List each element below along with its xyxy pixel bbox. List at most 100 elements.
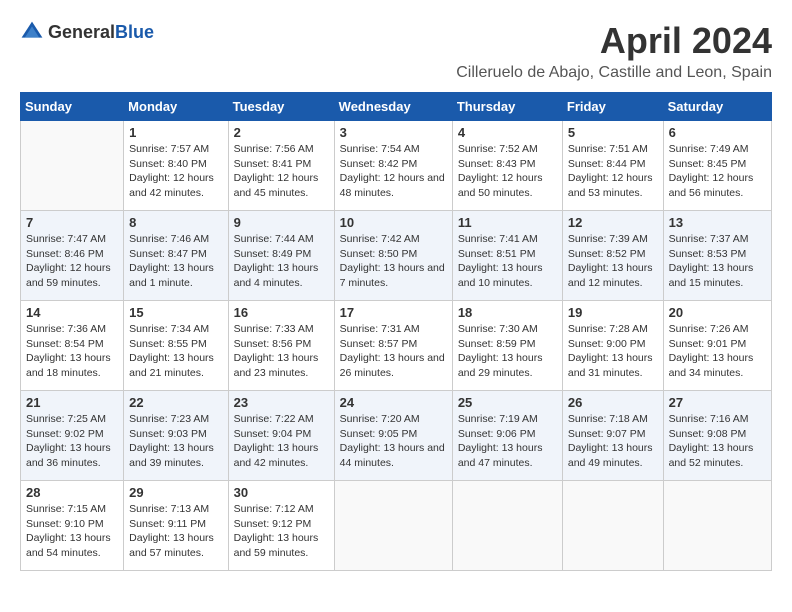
calendar-cell: 30 Sunrise: 7:12 AMSunset: 9:12 PMDayligh… xyxy=(228,481,334,571)
day-number: 1 xyxy=(129,125,222,140)
calendar-cell xyxy=(452,481,562,571)
calendar-cell: 6Sunrise: 7:49 AMSunset: 8:45 PMDaylight… xyxy=(663,121,771,211)
calendar-cell: 21 Sunrise: 7:25 AMSunset: 9:02 PMDayligh… xyxy=(21,391,124,481)
day-info: Sunrise: 7:56 AMSunset: 8:41 PMDaylight:… xyxy=(234,142,329,201)
day-info: Sunrise: 7:44 AMSunset: 8:49 PMDaylight:… xyxy=(234,232,329,291)
day-number: 17 xyxy=(340,305,447,320)
day-info: Sunrise: 7:33 AMSunset: 8:56 PMDaylight:… xyxy=(234,322,329,381)
calendar-cell: 9 Sunrise: 7:44 AMSunset: 8:49 PMDaylight… xyxy=(228,211,334,301)
calendar-table: SundayMondayTuesdayWednesdayThursdayFrid… xyxy=(20,92,772,571)
calendar-cell: 27 Sunrise: 7:16 AMSunset: 9:08 PMDayligh… xyxy=(663,391,771,481)
page-header: GeneralBlue April 2024 Cilleruelo de Aba… xyxy=(20,20,772,82)
day-number: 10 xyxy=(340,215,447,230)
day-info: Sunrise: 7:54 AMSunset: 8:42 PMDaylight:… xyxy=(340,142,447,201)
day-number: 8 xyxy=(129,215,222,230)
day-info: Sunrise: 7:18 AMSunset: 9:07 PMDaylight:… xyxy=(568,412,658,471)
calendar-cell: 7Sunrise: 7:47 AMSunset: 8:46 PMDaylight… xyxy=(21,211,124,301)
day-number: 19 xyxy=(568,305,658,320)
day-info: Sunrise: 7:28 AMSunset: 9:00 PMDaylight:… xyxy=(568,322,658,381)
calendar-cell: 4Sunrise: 7:52 AMSunset: 8:43 PMDaylight… xyxy=(452,121,562,211)
day-info: Sunrise: 7:37 AMSunset: 8:53 PMDaylight:… xyxy=(669,232,766,291)
calendar-cell: 24Sunrise: 7:20 AMSunset: 9:05 PMDayligh… xyxy=(334,391,452,481)
column-header-sunday: Sunday xyxy=(21,93,124,121)
day-info: Sunrise: 7:13 AMSunset: 9:11 PMDaylight:… xyxy=(129,502,222,561)
logo-icon xyxy=(20,20,44,44)
calendar-header-row: SundayMondayTuesdayWednesdayThursdayFrid… xyxy=(21,93,772,121)
calendar-cell: 16 Sunrise: 7:33 AMSunset: 8:56 PMDayligh… xyxy=(228,301,334,391)
day-number: 24 xyxy=(340,395,447,410)
day-number: 9 xyxy=(234,215,329,230)
day-number: 5 xyxy=(568,125,658,140)
calendar-cell: 1 Sunrise: 7:57 AMSunset: 8:40 PMDaylight… xyxy=(124,121,228,211)
calendar-cell: 28 Sunrise: 7:15 AMSunset: 9:10 PMDayligh… xyxy=(21,481,124,571)
day-number: 3 xyxy=(340,125,447,140)
day-number: 16 xyxy=(234,305,329,320)
calendar-week-row: 1 Sunrise: 7:57 AMSunset: 8:40 PMDaylight… xyxy=(21,121,772,211)
calendar-cell: 26 Sunrise: 7:18 AMSunset: 9:07 PMDayligh… xyxy=(562,391,663,481)
calendar-week-row: 28 Sunrise: 7:15 AMSunset: 9:10 PMDayligh… xyxy=(21,481,772,571)
day-info: Sunrise: 7:15 AMSunset: 9:10 PMDaylight:… xyxy=(26,502,118,561)
day-number: 18 xyxy=(458,305,557,320)
day-number: 23 xyxy=(234,395,329,410)
column-header-monday: Monday xyxy=(124,93,228,121)
day-number: 21 xyxy=(26,395,118,410)
main-title: April 2024 xyxy=(456,20,772,62)
day-number: 11 xyxy=(458,215,557,230)
calendar-cell: 15Sunrise: 7:34 AMSunset: 8:55 PMDayligh… xyxy=(124,301,228,391)
day-info: Sunrise: 7:57 AMSunset: 8:40 PMDaylight:… xyxy=(129,142,222,201)
day-number: 20 xyxy=(669,305,766,320)
calendar-week-row: 7Sunrise: 7:47 AMSunset: 8:46 PMDaylight… xyxy=(21,211,772,301)
calendar-cell: 3 Sunrise: 7:54 AMSunset: 8:42 PMDaylight… xyxy=(334,121,452,211)
day-info: Sunrise: 7:49 AMSunset: 8:45 PMDaylight:… xyxy=(669,142,766,201)
day-number: 15 xyxy=(129,305,222,320)
calendar-cell: 12 Sunrise: 7:39 AMSunset: 8:52 PMDayligh… xyxy=(562,211,663,301)
calendar-cell: 2 Sunrise: 7:56 AMSunset: 8:41 PMDaylight… xyxy=(228,121,334,211)
calendar-cell: 10Sunrise: 7:42 AMSunset: 8:50 PMDayligh… xyxy=(334,211,452,301)
title-section: April 2024 Cilleruelo de Abajo, Castille… xyxy=(456,20,772,82)
day-info: Sunrise: 7:46 AMSunset: 8:47 PMDaylight:… xyxy=(129,232,222,291)
day-info: Sunrise: 7:19 AMSunset: 9:06 PMDaylight:… xyxy=(458,412,557,471)
column-header-wednesday: Wednesday xyxy=(334,93,452,121)
day-info: Sunrise: 7:36 AMSunset: 8:54 PMDaylight:… xyxy=(26,322,118,381)
day-number: 2 xyxy=(234,125,329,140)
subtitle: Cilleruelo de Abajo, Castille and Leon, … xyxy=(456,64,772,82)
calendar-cell: 17 Sunrise: 7:31 AMSunset: 8:57 PMDayligh… xyxy=(334,301,452,391)
logo-blue-text: Blue xyxy=(115,22,154,42)
day-number: 12 xyxy=(568,215,658,230)
day-number: 30 xyxy=(234,485,329,500)
logo-general-text: General xyxy=(48,22,115,42)
day-info: Sunrise: 7:51 AMSunset: 8:44 PMDaylight:… xyxy=(568,142,658,201)
day-number: 7 xyxy=(26,215,118,230)
day-number: 26 xyxy=(568,395,658,410)
calendar-cell: 20 Sunrise: 7:26 AMSunset: 9:01 PMDayligh… xyxy=(663,301,771,391)
calendar-cell xyxy=(663,481,771,571)
calendar-cell xyxy=(21,121,124,211)
day-info: Sunrise: 7:52 AMSunset: 8:43 PMDaylight:… xyxy=(458,142,557,201)
calendar-cell xyxy=(562,481,663,571)
day-number: 27 xyxy=(669,395,766,410)
day-info: Sunrise: 7:31 AMSunset: 8:57 PMDaylight:… xyxy=(340,322,447,381)
column-header-thursday: Thursday xyxy=(452,93,562,121)
day-number: 29 xyxy=(129,485,222,500)
day-info: Sunrise: 7:25 AMSunset: 9:02 PMDaylight:… xyxy=(26,412,118,471)
day-info: Sunrise: 7:41 AMSunset: 8:51 PMDaylight:… xyxy=(458,232,557,291)
day-info: Sunrise: 7:39 AMSunset: 8:52 PMDaylight:… xyxy=(568,232,658,291)
calendar-week-row: 14 Sunrise: 7:36 AMSunset: 8:54 PMDayligh… xyxy=(21,301,772,391)
day-info: Sunrise: 7:26 AMSunset: 9:01 PMDaylight:… xyxy=(669,322,766,381)
calendar-cell: 14 Sunrise: 7:36 AMSunset: 8:54 PMDayligh… xyxy=(21,301,124,391)
day-number: 28 xyxy=(26,485,118,500)
day-number: 22 xyxy=(129,395,222,410)
day-number: 13 xyxy=(669,215,766,230)
calendar-cell: 25 Sunrise: 7:19 AMSunset: 9:06 PMDayligh… xyxy=(452,391,562,481)
day-number: 14 xyxy=(26,305,118,320)
column-header-tuesday: Tuesday xyxy=(228,93,334,121)
day-info: Sunrise: 7:16 AMSunset: 9:08 PMDaylight:… xyxy=(669,412,766,471)
day-info: Sunrise: 7:30 AMSunset: 8:59 PMDaylight:… xyxy=(458,322,557,381)
day-info: Sunrise: 7:12 AMSunset: 9:12 PMDaylight:… xyxy=(234,502,329,561)
calendar-body: 1 Sunrise: 7:57 AMSunset: 8:40 PMDaylight… xyxy=(21,121,772,571)
calendar-cell: 13 Sunrise: 7:37 AMSunset: 8:53 PMDayligh… xyxy=(663,211,771,301)
day-info: Sunrise: 7:23 AMSunset: 9:03 PMDaylight:… xyxy=(129,412,222,471)
logo: GeneralBlue xyxy=(20,20,154,44)
day-number: 25 xyxy=(458,395,557,410)
calendar-cell: 11 Sunrise: 7:41 AMSunset: 8:51 PMDayligh… xyxy=(452,211,562,301)
